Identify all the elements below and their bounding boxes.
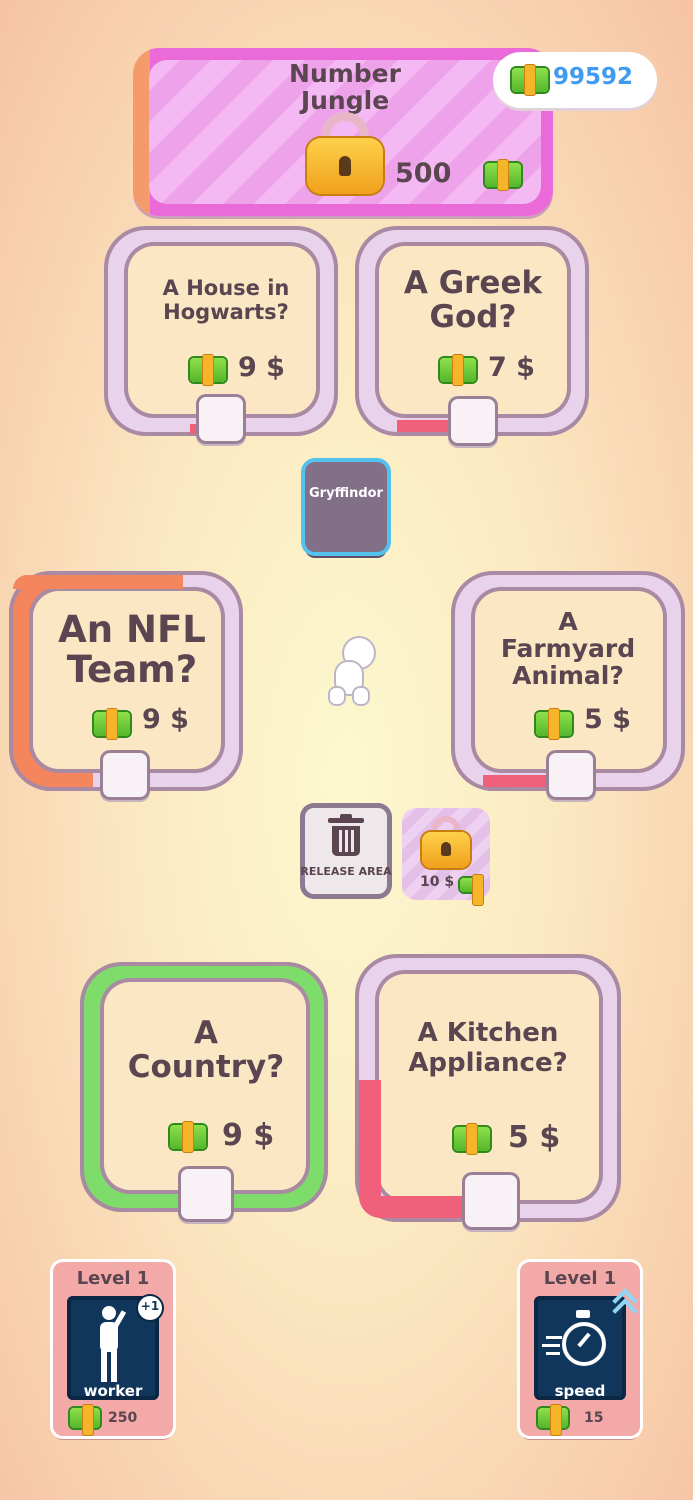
upgrade-level: Level 1 [543, 1268, 617, 1289]
coin-count: 99592 [553, 64, 634, 90]
station-question: An NFL Team? [58, 608, 206, 691]
station-question: A Kitchen Appliance? [408, 1018, 568, 1078]
station-price: 5 $ [584, 704, 631, 735]
locked-slot-price: 10 $ [420, 874, 455, 890]
cash-icon [512, 65, 548, 95]
station-question: A Greek God? [403, 265, 543, 335]
station-progress [13, 575, 183, 589]
station-price: 5 $ [508, 1120, 561, 1155]
drop-slot[interactable] [100, 750, 150, 800]
drop-slot[interactable] [462, 1172, 520, 1230]
trash-icon [328, 814, 364, 858]
station-price: 7 $ [488, 352, 535, 383]
station-progress [359, 1196, 469, 1218]
drop-slot[interactable] [546, 750, 596, 800]
lock-icon [422, 816, 470, 870]
release-area-label: RELEASE AREA [300, 865, 392, 878]
upgrade-level: Level 1 [76, 1268, 150, 1289]
cash-icon [440, 355, 476, 385]
station-question: A Country? [127, 1015, 285, 1085]
cash-icon [538, 1405, 568, 1435]
lock-icon [307, 112, 383, 196]
double-chevron-up-icon [612, 1288, 638, 1324]
player-character [328, 638, 378, 708]
drop-slot[interactable] [178, 1166, 234, 1222]
station-price: 9 $ [238, 352, 285, 383]
station-progress [397, 420, 449, 432]
cash-icon [536, 709, 572, 739]
station-price: 9 $ [142, 704, 189, 735]
answer-cube[interactable] [305, 462, 387, 552]
locked-area-price: 500 [395, 158, 452, 189]
cash-icon [460, 875, 483, 905]
upgrade-name: speed [554, 1382, 606, 1400]
cash-icon [454, 1124, 490, 1154]
drop-slot[interactable] [196, 394, 246, 444]
answer-cube-label: Gryffindor [309, 486, 383, 501]
station-progress [483, 775, 549, 787]
stopwatch-icon [542, 1310, 614, 1378]
cash-icon [485, 160, 521, 190]
upgrade-cost: 15 [584, 1410, 604, 1426]
upgrade-name: worker [83, 1382, 143, 1400]
cash-icon [170, 1122, 206, 1152]
drop-slot[interactable] [448, 396, 498, 446]
station-question: A Farmyard Animal? [500, 607, 636, 690]
station-price: 9 $ [222, 1118, 275, 1153]
locked-area-title: Number Jungle [289, 59, 401, 115]
cash-icon [94, 709, 130, 739]
upgrade-cost: 250 [108, 1410, 138, 1426]
worker-bonus-label: +1 [140, 1299, 160, 1313]
station-question: A House in Hogwarts? [162, 276, 290, 324]
cash-icon [70, 1405, 100, 1435]
cash-icon [190, 355, 226, 385]
worker-icon [92, 1304, 136, 1384]
